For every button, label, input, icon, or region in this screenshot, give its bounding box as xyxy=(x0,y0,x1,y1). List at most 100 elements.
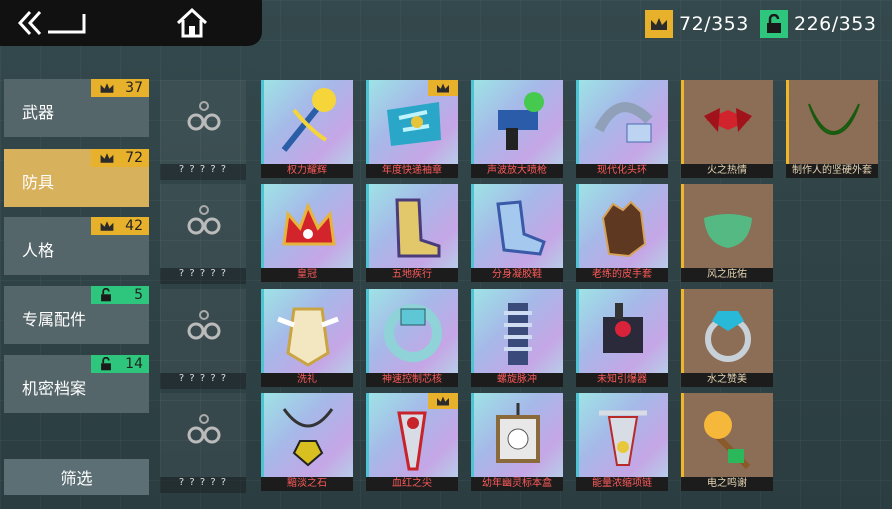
ghost-box-icon xyxy=(471,393,563,477)
unlock-count: 226/353 xyxy=(794,13,877,35)
sidebar-item-label: 专属配件 xyxy=(22,310,87,329)
red-bow-icon xyxy=(681,80,773,164)
item-name: 能量浓缩项链 xyxy=(576,477,668,491)
sidebar-badge-count: 14 xyxy=(125,356,143,372)
item-name: 年度快递袖章 xyxy=(366,164,458,178)
item-card[interactable]: 神速控制芯核 xyxy=(366,289,458,389)
leather-glove-icon xyxy=(576,184,668,268)
item-card[interactable]: 声波放大喷枪 xyxy=(471,80,563,180)
sidebar-item-2[interactable]: 人格 42 xyxy=(4,217,149,275)
back-arrow-icon xyxy=(17,10,86,36)
item-card[interactable]: 权力耀辉 xyxy=(261,80,353,180)
item-name: 幼年幽灵标本盒 xyxy=(471,477,563,491)
angel-armor-icon xyxy=(261,289,353,373)
item-name: 未知引爆器 xyxy=(576,373,668,387)
item-card[interactable]: 现代化头环 xyxy=(576,80,668,180)
item-card[interactable]: 皇冠 xyxy=(261,184,353,284)
crown-icon xyxy=(428,80,458,96)
item-card[interactable]: 火之热情 xyxy=(681,80,773,180)
sidebar-item-4[interactable]: 机密档案 14 xyxy=(4,355,149,413)
item-card[interactable]: 分身凝胶鞋 xyxy=(471,184,563,284)
item-card[interactable]: 幼年幽灵标本盒 xyxy=(471,393,563,493)
filter-button[interactable]: 筛选 xyxy=(4,459,149,495)
sidebar-item-label: 机密档案 xyxy=(22,379,87,398)
locked-slot[interactable]: ? ? ? ? ? xyxy=(160,184,246,284)
item-name: 皇冠 xyxy=(261,268,353,282)
stone-necklace-icon xyxy=(261,393,353,477)
sidebar-item-1[interactable]: 防具 72 xyxy=(4,149,149,207)
item-name: 分身凝胶鞋 xyxy=(471,268,563,282)
item-name: 黯淡之石 xyxy=(261,477,353,491)
locked-placeholder-text: ? ? ? ? ? xyxy=(160,268,246,284)
golden-boots-icon xyxy=(366,184,458,268)
locked-rings-icon xyxy=(184,309,224,349)
item-name: 电之鸣谢 xyxy=(681,477,773,491)
item-name: 火之热情 xyxy=(681,164,773,178)
unlock-icon xyxy=(760,10,788,38)
item-card[interactable]: 螺旋脉冲 xyxy=(471,289,563,389)
energy-necklace-icon xyxy=(576,393,668,477)
item-name: 制作人的坚硬外套 xyxy=(786,164,878,178)
item-card[interactable]: 黯淡之石 xyxy=(261,393,353,493)
locked-rings-icon xyxy=(184,204,224,244)
crown-item-icon xyxy=(261,184,353,268)
crown-icon xyxy=(99,81,114,95)
item-card[interactable]: 电之鸣谢 xyxy=(681,393,773,493)
item-card[interactable]: 制作人的坚硬外套 xyxy=(786,80,878,180)
unlock-counter: 226/353 xyxy=(760,10,876,38)
back-button[interactable] xyxy=(14,8,90,38)
sidebar-badge-count: 72 xyxy=(125,150,143,166)
crown-icon xyxy=(99,151,114,165)
locked-rings-icon xyxy=(184,100,224,140)
crown-icon xyxy=(645,10,673,38)
locked-slot[interactable]: ? ? ? ? ? xyxy=(160,289,246,389)
core-ring-icon xyxy=(366,289,458,373)
item-name: 权力耀辉 xyxy=(261,164,353,178)
filter-label: 筛选 xyxy=(60,469,93,488)
home-button[interactable] xyxy=(174,6,210,40)
top-nav-bar xyxy=(0,0,262,46)
sonic-gun-icon xyxy=(471,80,563,164)
sidebar-badge-count: 37 xyxy=(125,80,143,96)
detonator-icon xyxy=(576,289,668,373)
item-name: 水之赞美 xyxy=(681,373,773,387)
crown-count: 72/353 xyxy=(679,13,749,35)
sidebar-item-label: 防具 xyxy=(22,173,55,192)
home-icon xyxy=(176,7,208,38)
item-card[interactable]: 未知引爆器 xyxy=(576,289,668,389)
sidebar-item-3[interactable]: 专属配件 5 xyxy=(4,286,149,344)
crown-icon xyxy=(428,393,458,409)
sidebar-badge: 37 xyxy=(91,79,149,97)
locked-placeholder-text: ? ? ? ? ? xyxy=(160,477,246,493)
gel-boot-icon xyxy=(471,184,563,268)
item-card[interactable]: 洗礼 xyxy=(261,289,353,389)
item-card[interactable]: 风之庇佑 xyxy=(681,184,773,284)
item-name: 声波放大喷枪 xyxy=(471,164,563,178)
sidebar-badge: 72 xyxy=(91,149,149,167)
unlock-icon xyxy=(99,357,113,371)
green-mask-icon xyxy=(681,184,773,268)
locked-placeholder-text: ? ? ? ? ? xyxy=(160,164,246,180)
locked-slot[interactable]: ? ? ? ? ? xyxy=(160,393,246,493)
scepter-icon xyxy=(261,80,353,164)
item-card[interactable]: 老练的皮手套 xyxy=(576,184,668,284)
item-name: 五地疾行 xyxy=(366,268,458,282)
item-name: 血红之尖 xyxy=(366,477,458,491)
sidebar-item-label: 人格 xyxy=(22,241,55,260)
item-card[interactable]: 五地疾行 xyxy=(366,184,458,284)
lightning-scepter-icon xyxy=(681,393,773,477)
crown-icon xyxy=(99,219,114,233)
spiral-device-icon xyxy=(471,289,563,373)
sidebar-badge: 42 xyxy=(91,217,149,235)
sidebar-item-0[interactable]: 武器 37 xyxy=(4,79,149,137)
item-card[interactable]: 血红之尖 xyxy=(366,393,458,493)
item-card[interactable]: 能量浓缩项链 xyxy=(576,393,668,493)
sidebar-badge-count: 5 xyxy=(134,287,143,303)
sidebar-badge: 14 xyxy=(91,355,149,373)
locked-rings-icon xyxy=(184,413,224,453)
locked-slot[interactable]: ? ? ? ? ? xyxy=(160,80,246,180)
sidebar-badge: 5 xyxy=(91,286,149,304)
item-card[interactable]: 年度快递袖章 xyxy=(366,80,458,180)
blue-gem-ring-icon xyxy=(681,289,773,373)
item-card[interactable]: 水之赞美 xyxy=(681,289,773,389)
